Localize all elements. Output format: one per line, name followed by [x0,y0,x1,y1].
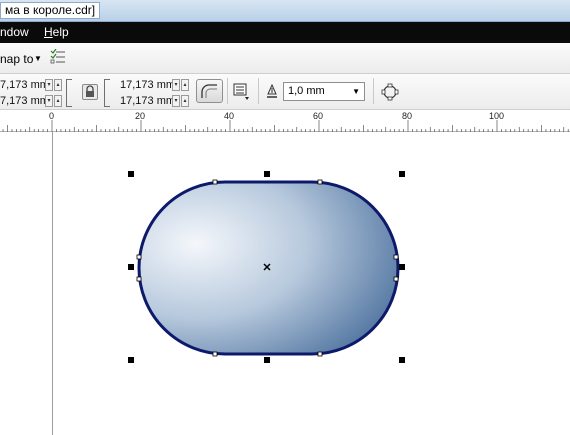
handle-middle-left [128,264,134,270]
shape-node [212,351,218,357]
handle-middle-right [399,264,405,270]
shape-node [136,254,142,260]
handle-bottom-center [264,357,270,363]
selected-shape-layer [128,171,405,363]
shape-node [317,179,323,185]
handle-bottom-left [128,357,134,363]
shape-node [317,351,323,357]
shape-node [136,276,142,282]
handle-top-center [264,171,270,177]
handle-bottom-right [399,357,405,363]
shape-node [393,276,399,282]
shape-node [393,254,399,260]
shape-node [212,179,218,185]
handle-top-right [399,171,405,177]
handle-top-left [128,171,134,177]
